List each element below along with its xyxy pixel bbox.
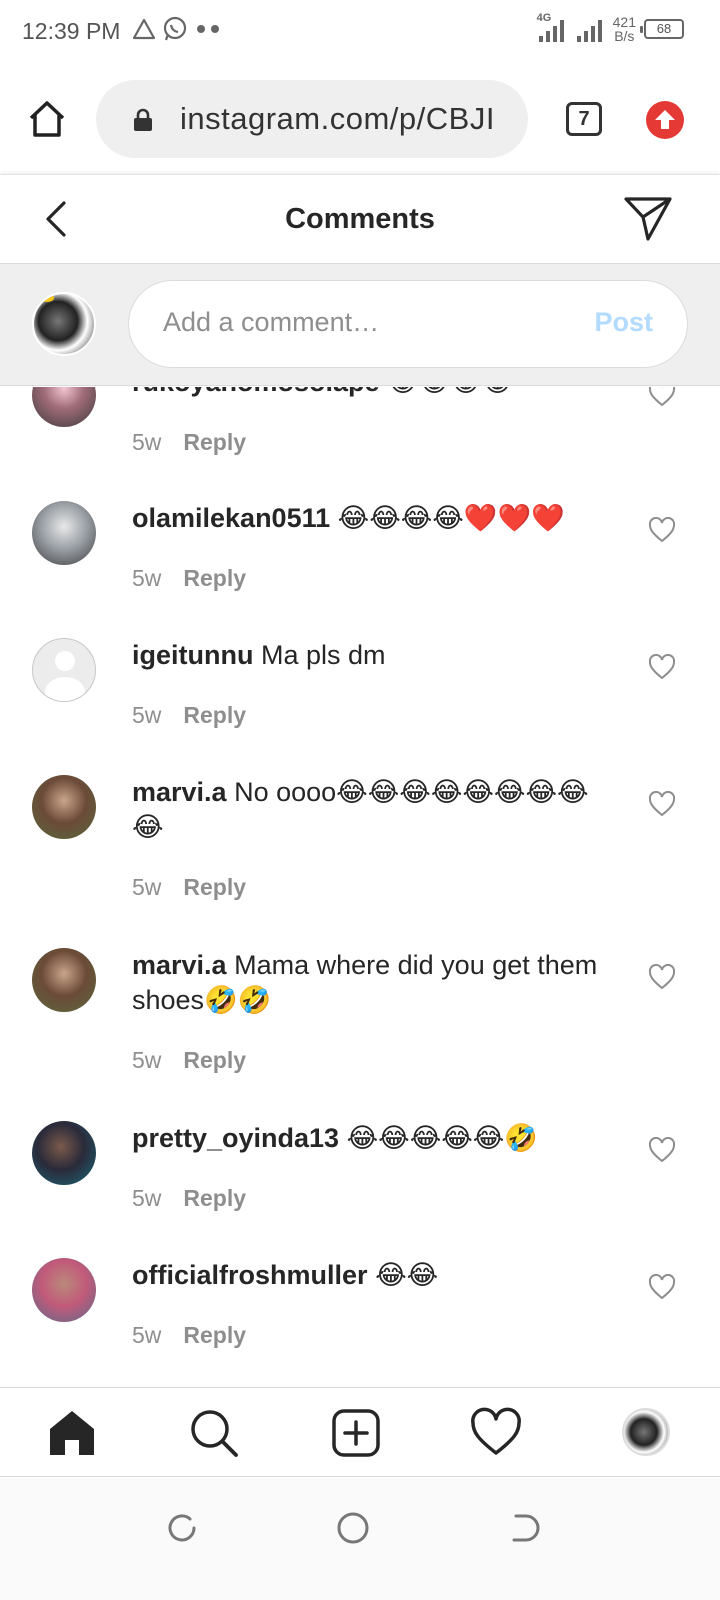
comment-age: 5w — [132, 1047, 162, 1073]
url-text: instagram.com/p/CBJI — [180, 101, 495, 136]
comment-placeholder: Add a comment… — [163, 307, 380, 337]
reply-button[interactable]: Reply — [183, 874, 246, 900]
warning-icon — [132, 18, 156, 40]
comments-list: rukoyahomosolape 😂😂😂😂 5w Reply olamilekan… — [0, 387, 720, 1387]
avatar[interactable] — [32, 1258, 96, 1322]
reply-button[interactable]: Reply — [183, 702, 246, 728]
recent-apps-icon[interactable] — [164, 1510, 200, 1546]
comment-username[interactable]: igeitunnu — [132, 640, 253, 670]
activity-heart-icon[interactable] — [470, 1407, 522, 1459]
avatar[interactable] — [32, 501, 96, 565]
comment-age: 5w — [132, 874, 162, 900]
comment-text: 😂😂 — [375, 1260, 439, 1290]
heart-icon[interactable] — [648, 1137, 676, 1163]
comments-header: Comments — [0, 174, 720, 264]
whatsapp-icon — [163, 16, 187, 41]
post-button[interactable]: Post — [594, 307, 653, 338]
comment-age: 5w — [132, 702, 162, 728]
comment-text: 😂😂😂😂❤️❤️❤️ — [337, 503, 565, 533]
status-time: 12:39 PM — [22, 18, 121, 44]
avatar[interactable] — [32, 775, 96, 839]
avatar[interactable] — [32, 638, 96, 702]
system-navigation-bar — [0, 1478, 720, 1600]
heart-icon[interactable] — [648, 654, 676, 680]
browser-toolbar: instagram.com/p/CBJI 7 — [0, 64, 720, 174]
page-title: Comments — [285, 203, 435, 235]
comment-username[interactable]: marvi.a — [132, 777, 227, 807]
back-icon[interactable] — [506, 1510, 542, 1546]
comment-text: Ma pls dm — [261, 640, 386, 670]
comment-username[interactable]: rukoyahomosolape — [132, 387, 380, 397]
reply-button[interactable]: Reply — [183, 1047, 246, 1073]
reply-button[interactable]: Reply — [183, 565, 246, 591]
heart-icon[interactable] — [648, 791, 676, 817]
comment-username[interactable]: officialfroshmuller — [132, 1260, 368, 1290]
comment-username[interactable]: olamilekan0511 — [132, 503, 330, 533]
more-dots-icon — [197, 25, 219, 33]
comment-age: 5w — [132, 1185, 162, 1211]
address-bar[interactable]: instagram.com/p/CBJI — [96, 80, 528, 158]
update-arrow-icon — [655, 110, 675, 129]
heart-icon[interactable] — [648, 517, 676, 543]
reply-button[interactable]: Reply — [183, 429, 246, 455]
comment-username[interactable]: marvi.a — [132, 950, 227, 980]
network-speed: 421 B/s — [612, 14, 636, 44]
update-button[interactable] — [646, 101, 684, 139]
signal-4g-icon: 4G — [537, 12, 567, 44]
avatar[interactable] — [32, 948, 96, 1012]
avatar[interactable] — [32, 387, 96, 427]
new-post-icon[interactable] — [330, 1407, 382, 1459]
signal-icon — [576, 20, 602, 42]
heart-icon[interactable] — [648, 964, 676, 990]
comment-composer: Add a comment… Post — [0, 264, 720, 386]
reply-button[interactable]: Reply — [183, 1185, 246, 1211]
heart-icon[interactable] — [648, 1274, 676, 1300]
reply-button[interactable]: Reply — [183, 1322, 246, 1348]
home-icon[interactable] — [26, 98, 68, 140]
comment-age: 5w — [132, 565, 162, 591]
status-bar: 12:39 PM 4G 421 B/s 68 — [0, 0, 720, 64]
send-icon[interactable] — [622, 193, 674, 243]
heart-icon[interactable] — [648, 387, 676, 407]
home-circle-icon[interactable] — [335, 1510, 371, 1546]
comment-text: 😂😂😂😂 — [387, 387, 513, 397]
search-icon[interactable] — [188, 1407, 240, 1459]
tabs-button[interactable]: 7 — [566, 102, 602, 136]
comment-text: 😂😂😂😂😂🤣 — [346, 1123, 538, 1153]
profile-avatar[interactable] — [622, 1408, 670, 1456]
bottom-nav — [0, 1387, 720, 1477]
avatar[interactable] — [32, 1121, 96, 1185]
battery-icon: 68 — [640, 19, 684, 39]
comment-age: 5w — [132, 429, 162, 455]
home-icon[interactable] — [46, 1407, 98, 1459]
lock-icon — [134, 108, 152, 131]
comment-input[interactable]: Add a comment… Post — [128, 280, 688, 368]
comment-age: 5w — [132, 1322, 162, 1348]
comment-username[interactable]: pretty_oyinda13 — [132, 1123, 339, 1153]
avatar — [32, 292, 96, 356]
